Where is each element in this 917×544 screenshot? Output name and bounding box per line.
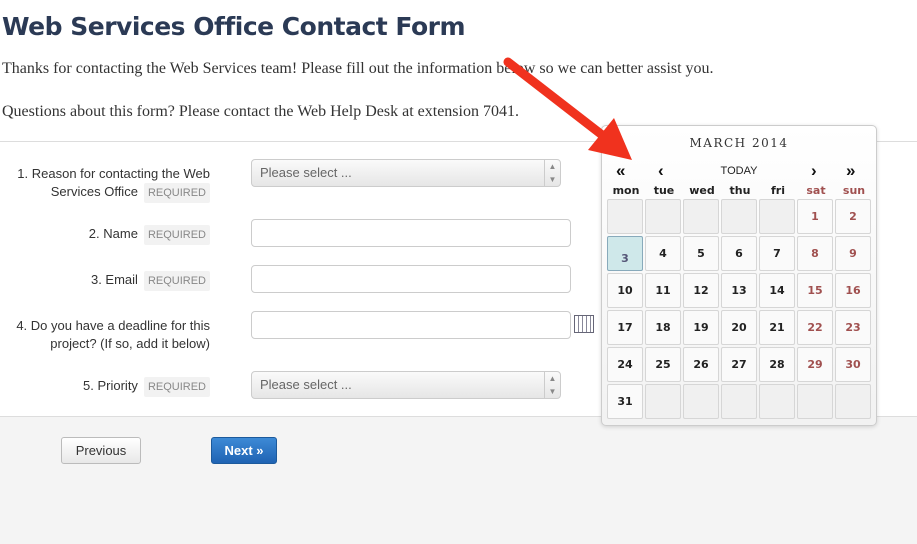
empty-day-cell xyxy=(607,199,643,234)
email-input[interactable] xyxy=(251,265,571,293)
day-21[interactable]: 21 xyxy=(759,310,795,345)
day-2[interactable]: 2 xyxy=(835,199,871,234)
date-picker: MARCH 2014 TODAY « ‹ › » mon tue wed thu fri… xyxy=(601,125,877,426)
day-14[interactable]: 14 xyxy=(759,273,795,308)
day-27[interactable]: 27 xyxy=(721,347,757,382)
next-button[interactable]: Next » xyxy=(211,437,277,464)
deadline-input[interactable] xyxy=(251,311,571,339)
reason-select[interactable]: Please select ... ▲ ▼ xyxy=(251,159,561,187)
day-18[interactable]: 18 xyxy=(645,310,681,345)
weekday-sat: sat xyxy=(806,184,826,197)
empty-day-cell xyxy=(721,384,757,419)
today-button[interactable]: TODAY xyxy=(602,165,876,177)
day-10[interactable]: 10 xyxy=(607,273,643,308)
help-text: Questions about this form? Please contac… xyxy=(2,103,519,120)
priority-select[interactable]: Please select ... ▲ ▼ xyxy=(251,371,561,399)
q1-label: 1. Reason for contacting the Web Services… xyxy=(17,165,210,203)
day-15[interactable]: 15 xyxy=(797,273,833,308)
form-footer xyxy=(0,416,917,544)
day-9[interactable]: 9 xyxy=(835,236,871,271)
calendar-icon[interactable] xyxy=(574,315,594,333)
name-input[interactable] xyxy=(251,219,571,247)
prev-month-button[interactable]: ‹ xyxy=(658,162,664,179)
weekday-fri: fri xyxy=(771,184,785,197)
day-25[interactable]: 25 xyxy=(645,347,681,382)
previous-button[interactable]: Previous xyxy=(61,437,141,464)
empty-day-cell xyxy=(645,384,681,419)
q3-label: 3. Email REQUIRED xyxy=(91,271,210,291)
day-13[interactable]: 13 xyxy=(721,273,757,308)
next-month-button[interactable]: › xyxy=(811,162,817,179)
weekday-tue: tue xyxy=(653,184,675,197)
empty-day-cell xyxy=(797,384,833,419)
select-arrows-icon: ▲ ▼ xyxy=(544,160,560,186)
q2-label: 2. Name REQUIRED xyxy=(89,225,210,245)
empty-day-cell xyxy=(721,199,757,234)
day-19[interactable]: 19 xyxy=(683,310,719,345)
empty-day-cell xyxy=(683,384,719,419)
weekday-wed: wed xyxy=(689,184,715,197)
page-title: Web Services Office Contact Form xyxy=(2,12,466,41)
required-badge: REQUIRED xyxy=(143,183,210,203)
empty-day-cell xyxy=(683,199,719,234)
day-22[interactable]: 22 xyxy=(797,310,833,345)
day-6[interactable]: 6 xyxy=(721,236,757,271)
weekday-sun: sun xyxy=(842,184,866,197)
day-24[interactable]: 24 xyxy=(607,347,643,382)
required-badge: REQUIRED xyxy=(143,271,210,291)
empty-day-cell xyxy=(759,384,795,419)
empty-day-cell xyxy=(759,199,795,234)
day-12[interactable]: 12 xyxy=(683,273,719,308)
day-23[interactable]: 23 xyxy=(835,310,871,345)
day-20[interactable]: 20 xyxy=(721,310,757,345)
next-year-button[interactable]: » xyxy=(846,162,855,179)
day-1[interactable]: 1 xyxy=(797,199,833,234)
day-16[interactable]: 16 xyxy=(835,273,871,308)
prev-year-button[interactable]: « xyxy=(616,162,625,179)
day-11[interactable]: 11 xyxy=(645,273,681,308)
day-8[interactable]: 8 xyxy=(797,236,833,271)
select-arrows-icon: ▲ ▼ xyxy=(544,372,560,398)
day-31[interactable]: 31 xyxy=(607,384,643,419)
required-badge: REQUIRED xyxy=(143,377,210,397)
empty-day-cell xyxy=(835,384,871,419)
day-26[interactable]: 26 xyxy=(683,347,719,382)
weekday-thu: thu xyxy=(729,184,751,197)
day-28[interactable]: 28 xyxy=(759,347,795,382)
weekday-mon: mon xyxy=(612,184,640,197)
day-17[interactable]: 17 xyxy=(607,310,643,345)
q4-label: 4. Do you have a deadline for this projec… xyxy=(16,318,210,351)
day-29[interactable]: 29 xyxy=(797,347,833,382)
intro-text: Thanks for contacting the Web Services t… xyxy=(2,60,714,77)
required-badge: REQUIRED xyxy=(143,225,210,245)
day-5[interactable]: 5 xyxy=(683,236,719,271)
empty-day-cell xyxy=(645,199,681,234)
day-7[interactable]: 7 xyxy=(759,236,795,271)
calendar-month-title: MARCH 2014 xyxy=(689,136,789,150)
day-4[interactable]: 4 xyxy=(645,236,681,271)
day-30[interactable]: 30 xyxy=(835,347,871,382)
q5-label: 5. Priority REQUIRED xyxy=(83,377,210,397)
day-3[interactable]: 3 xyxy=(607,236,643,271)
